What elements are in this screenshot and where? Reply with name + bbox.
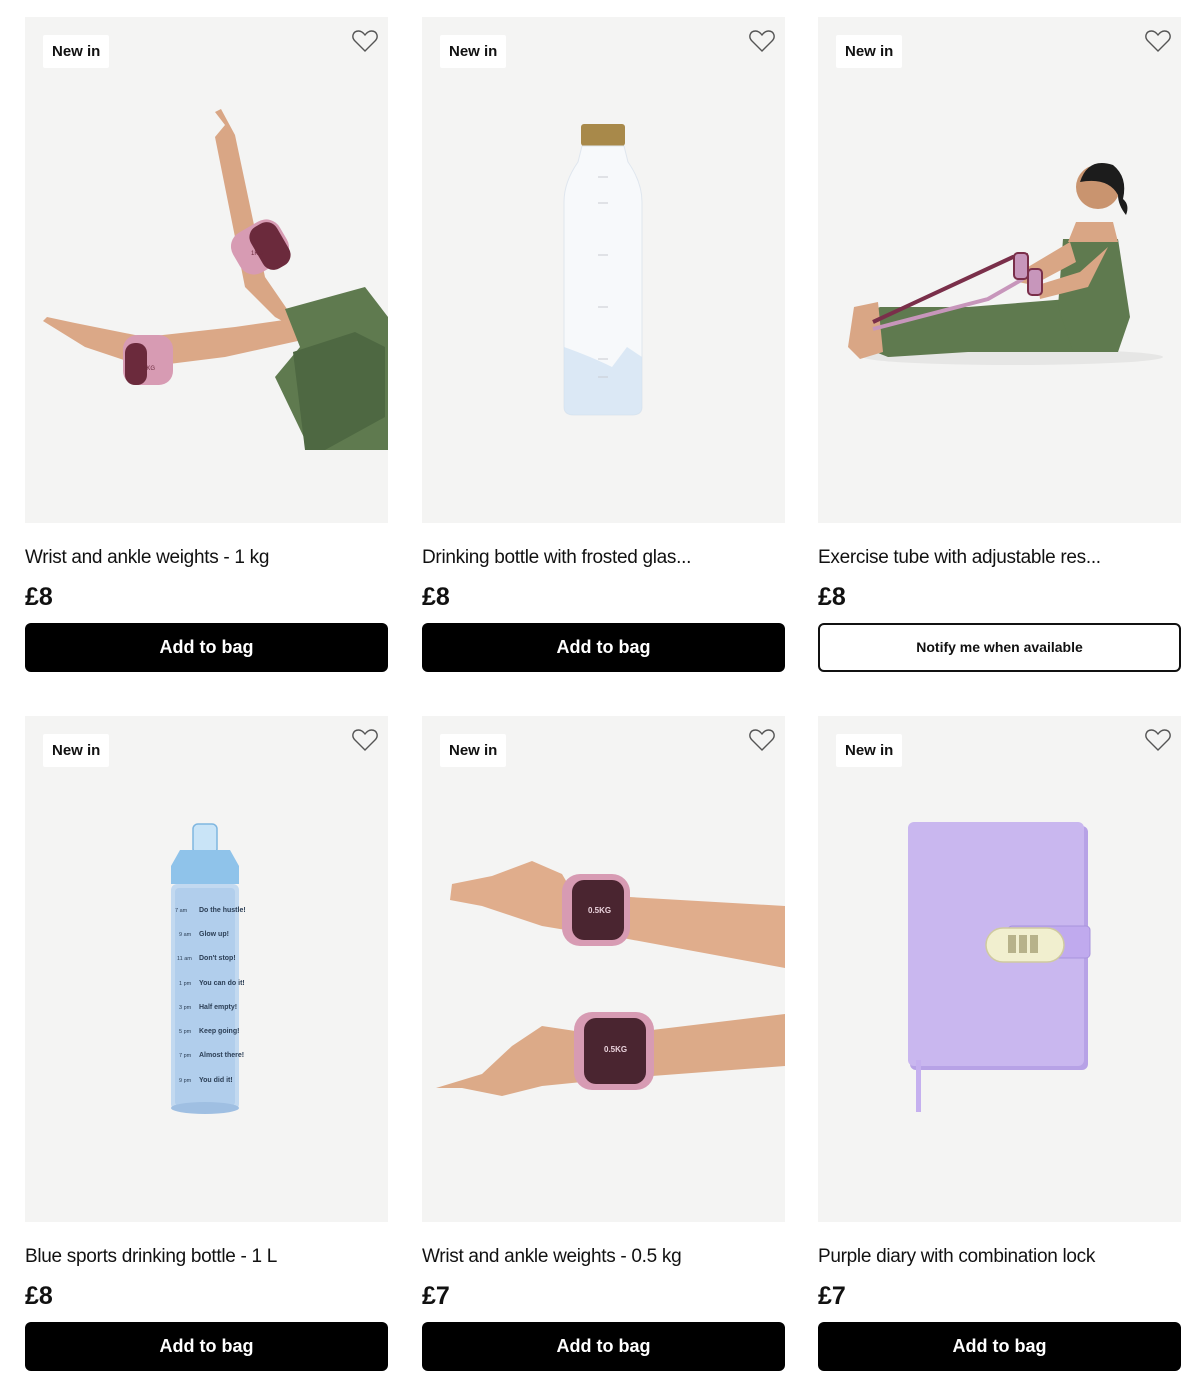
new-in-badge: New in (43, 734, 110, 767)
add-to-bag-button[interactable]: Add to bag (25, 1322, 388, 1371)
product-price: £7 (422, 1282, 450, 1310)
product-image[interactable]: New in (818, 17, 1181, 523)
product-price: £7 (818, 1282, 846, 1310)
blue-sports-bottle-photo: 7 am Do the hustle! 9 am Glow up! 11 am … (171, 823, 246, 1114)
product-price: £8 (25, 1282, 53, 1310)
new-in-badge: New in (43, 35, 110, 68)
product-card[interactable]: New in Exercise tube with adjustable res… (818, 17, 1181, 672)
product-title[interactable]: Drinking bottle with frosted glas... (422, 547, 785, 569)
bottle-message: Do the hustle! (199, 907, 246, 914)
product-title[interactable]: Purple diary with combination lock (818, 1246, 1181, 1268)
exercise-tube-photo (848, 163, 1163, 365)
favourite-heart-icon[interactable] (749, 29, 775, 53)
favourite-heart-icon[interactable] (1145, 29, 1171, 53)
product-card[interactable]: 7 am Do the hustle! 9 am Glow up! 11 am … (25, 716, 388, 1371)
product-image[interactable]: 0.5KG 0.5KG New in (422, 716, 785, 1222)
purple-diary-photo (908, 822, 1091, 1112)
new-in-badge: New in (836, 35, 903, 68)
ankle-weights-05kg-photo: 0.5KG 0.5KG (436, 861, 785, 1096)
favourite-heart-icon[interactable] (352, 29, 378, 53)
product-card[interactable]: New in Drinking bottle with frosted glas… (422, 17, 785, 672)
add-to-bag-button[interactable]: Add to bag (25, 623, 388, 672)
bottle-time: 1 pm (179, 981, 192, 987)
bottle-time: 11 am (177, 956, 192, 962)
bottle-time: 7 am (175, 908, 188, 914)
product-price: £8 (818, 583, 846, 611)
product-image[interactable]: 7 am Do the hustle! 9 am Glow up! 11 am … (25, 716, 388, 1222)
new-in-badge: New in (836, 734, 903, 767)
product-card[interactable]: 1KG 1KG New in Wrist and ankle weights -… (25, 17, 388, 672)
weight-label: 1KG (251, 251, 263, 257)
weight-label: 0.5KG (588, 906, 611, 915)
weight-label: 1KG (143, 366, 155, 372)
bottle-message: You did it! (199, 1077, 233, 1084)
bottle-message: You can do it! (199, 980, 245, 987)
frosted-glass-bottle-photo (563, 124, 643, 416)
weight-label: 0.5KG (604, 1045, 627, 1054)
notify-me-button[interactable]: Notify me when available (818, 623, 1181, 672)
bottle-message: Almost there! (199, 1052, 244, 1059)
bottle-time: 9 am (179, 932, 192, 938)
bottle-time: 9 pm (179, 1078, 192, 1084)
favourite-heart-icon[interactable] (1145, 728, 1171, 752)
product-image[interactable]: New in (422, 17, 785, 523)
product-image[interactable]: 1KG 1KG New in (25, 17, 388, 523)
product-image[interactable]: New in (818, 716, 1181, 1222)
ankle-weights-1kg-photo: 1KG 1KG (43, 109, 388, 450)
new-in-badge: New in (440, 35, 507, 68)
add-to-bag-button[interactable]: Add to bag (818, 1322, 1181, 1371)
add-to-bag-button[interactable]: Add to bag (422, 1322, 785, 1371)
bottle-message: Half empty! (199, 1004, 237, 1011)
product-card[interactable]: New in Purple diary with combination loc… (818, 716, 1181, 1371)
product-title[interactable]: Exercise tube with adjustable res... (818, 547, 1181, 569)
bottle-message: Keep going! (199, 1028, 239, 1035)
bottle-message: Don't stop! (199, 955, 236, 962)
bottle-time: 3 pm (179, 1005, 192, 1011)
add-to-bag-button[interactable]: Add to bag (422, 623, 785, 672)
favourite-heart-icon[interactable] (352, 728, 378, 752)
product-title[interactable]: Wrist and ankle weights - 0.5 kg (422, 1246, 785, 1268)
new-in-badge: New in (440, 734, 507, 767)
favourite-heart-icon[interactable] (749, 728, 775, 752)
product-title[interactable]: Wrist and ankle weights - 1 kg (25, 547, 388, 569)
product-price: £8 (422, 583, 450, 611)
bottle-message: Glow up! (199, 931, 229, 938)
bottle-time: 7 pm (179, 1053, 192, 1059)
product-price: £8 (25, 583, 53, 611)
product-title[interactable]: Blue sports drinking bottle - 1 L (25, 1246, 388, 1268)
bottle-time: 5 pm (179, 1029, 192, 1035)
product-card[interactable]: 0.5KG 0.5KG New in Wrist and ankle weigh… (422, 716, 785, 1371)
